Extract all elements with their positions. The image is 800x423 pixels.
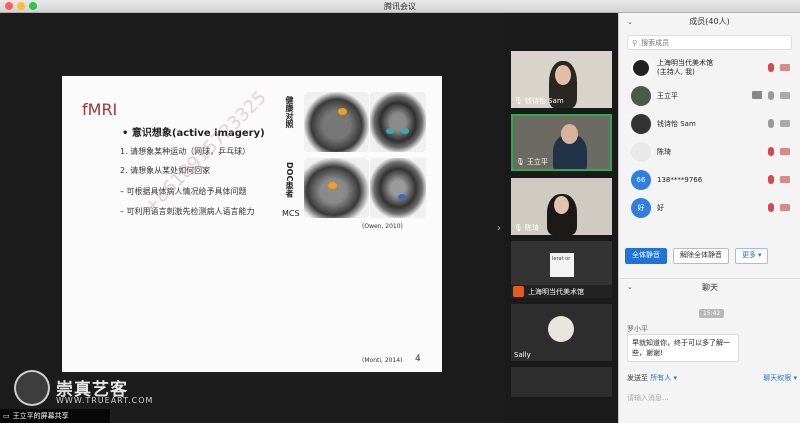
- mic-muted-icon[interactable]: [768, 147, 774, 156]
- members-title: 成员(40人): [689, 17, 730, 26]
- member-name: 138****9766: [657, 175, 703, 184]
- chat-input[interactable]: 请输入消息...: [627, 393, 669, 403]
- member-role: (主持人, 我): [657, 68, 695, 76]
- video-tile[interactable]: lerat or 上海明当代美术馆: [511, 241, 612, 298]
- video-tile-name: 王立平: [526, 158, 548, 166]
- avatar: [631, 58, 651, 78]
- brand-url: WWW.TRUEART.COM: [56, 396, 154, 405]
- mic-icon: 🎙: [516, 158, 525, 166]
- more-button[interactable]: 更多 ▾: [735, 248, 769, 264]
- screen-share-area: fMRI • 意识想象(active imagery) 1. 请想象某种运动（网…: [0, 13, 505, 423]
- org-avatar: lerat or: [550, 253, 574, 277]
- brain-label-patient: DOC患者: [285, 162, 294, 198]
- camera-off-icon[interactable]: [780, 204, 790, 211]
- avatar: [548, 316, 574, 342]
- member-row[interactable]: 钱诗怡 Sam: [619, 110, 800, 138]
- brain-scan-image: [370, 92, 426, 152]
- chevron-right-icon[interactable]: ›: [497, 223, 501, 234]
- slide-title: fMRI: [82, 100, 118, 119]
- video-tile[interactable]: [511, 367, 612, 397]
- member-row[interactable]: 上海明当代美术馆 (主持人, 我): [619, 54, 800, 82]
- camera-icon[interactable]: [780, 120, 790, 127]
- chat-timestamp: 15:42: [699, 309, 725, 318]
- mic-muted-icon[interactable]: [768, 203, 774, 212]
- citation: (Monti, 2014): [362, 357, 403, 364]
- member-name: 王立平: [657, 91, 678, 100]
- chat-header: ⌄ 聊天: [619, 278, 800, 295]
- video-tile[interactable]: 🎙 王立平: [511, 114, 612, 171]
- chat-title: 聊天: [702, 283, 718, 292]
- avatar: 66: [631, 170, 651, 190]
- video-tile-name: 陈琦: [524, 224, 539, 232]
- brain-scan-image: [304, 92, 369, 152]
- avatar: [631, 142, 651, 162]
- member-name: 上海明当代美术馆: [657, 59, 713, 67]
- avatar: [631, 114, 651, 134]
- mic-icon[interactable]: [768, 91, 774, 100]
- camera-off-icon[interactable]: [780, 148, 790, 155]
- chat-permission-button[interactable]: 聊天权限 ▾: [763, 373, 797, 383]
- member-chat-panel: ⌄ 成员(40人) ⚲ 上海明当代美术馆(主持人, 我) 王立平 钱诗怡 Sam…: [618, 13, 800, 423]
- mic-icon[interactable]: [768, 119, 774, 128]
- avatar: 好: [631, 198, 651, 218]
- page-number: 4: [415, 354, 421, 364]
- video-strip: 🎙 钱诗怡 Sam 🎙 王立平 🎙 陈琦 lerat or 上海明当代美术馆 Sall…: [505, 13, 618, 423]
- brain-scan-image: [370, 158, 426, 218]
- member-row[interactable]: 陈琦: [619, 138, 800, 166]
- camera-icon[interactable]: [780, 92, 790, 99]
- citation: (Owen, 2010): [362, 223, 403, 230]
- screen-share-icon: ▭: [3, 412, 10, 420]
- camera-off-icon[interactable]: [780, 176, 790, 183]
- mute-all-button[interactable]: 全体静音: [625, 248, 667, 264]
- screen-share-icon: [752, 91, 762, 99]
- slide-line: – 可利用语言刺激先检测病人语言能力: [120, 207, 255, 216]
- chevron-down-icon: ▾: [757, 252, 762, 259]
- screen-share-label: 王立平的屏幕共享: [12, 412, 69, 420]
- send-to-label: 发送至: [627, 374, 648, 382]
- slide-line: 1. 请想象某种运动（网球，乒乓球）: [120, 147, 251, 156]
- chat-sender: 罗小平: [627, 325, 648, 333]
- camera-off-icon[interactable]: [780, 64, 790, 71]
- brain-scan-image: [304, 158, 369, 218]
- member-search[interactable]: ⚲: [627, 35, 792, 50]
- mic-icon: 🎙: [514, 224, 523, 232]
- chevron-down-icon[interactable]: ⌄: [627, 279, 633, 296]
- mic-muted-icon[interactable]: [768, 175, 774, 184]
- mcs-label: MCS: [282, 209, 300, 218]
- video-tile[interactable]: 🎙 钱诗怡 Sam: [511, 51, 612, 108]
- send-to-row: 发送至 所有人 ▾ 聊天权限 ▾: [627, 373, 797, 383]
- host-badge-icon: [513, 286, 524, 297]
- search-icon: ⚲: [632, 38, 638, 47]
- member-search-input[interactable]: [641, 38, 772, 47]
- chat-message: 早就知道你，终于可以多了解一些，谢谢!: [627, 334, 739, 362]
- video-tile[interactable]: Sally: [511, 304, 612, 361]
- member-row[interactable]: 好 好: [619, 194, 800, 222]
- chevron-down-icon[interactable]: ⌄: [627, 13, 633, 31]
- video-tile[interactable]: 🎙 陈琦: [511, 178, 612, 235]
- brain-label-control: 健康对照: [285, 96, 294, 128]
- video-tile-name: 上海明当代美术馆: [528, 287, 584, 296]
- member-row[interactable]: 王立平: [619, 82, 800, 110]
- members-header: ⌄ 成员(40人): [619, 13, 800, 31]
- member-name: 钱诗怡 Sam: [657, 119, 696, 128]
- member-row[interactable]: 66 138****9766: [619, 166, 800, 194]
- send-to-select[interactable]: 所有人 ▾: [650, 374, 677, 382]
- send-to-value: 所有人: [650, 374, 672, 382]
- member-name: 好: [657, 203, 664, 212]
- window-title: 腾讯会议: [384, 2, 416, 11]
- title-bar: 腾讯会议: [0, 0, 800, 13]
- avatar: [631, 86, 651, 106]
- unmute-all-button[interactable]: 解除全体静音: [673, 248, 729, 264]
- more-label: 更多: [742, 252, 756, 259]
- chat-permission-label: 聊天权限: [763, 374, 792, 382]
- screen-share-indicator[interactable]: ▭ 王立平的屏幕共享: [0, 409, 110, 423]
- video-tile-name: Sally: [514, 351, 531, 359]
- video-tile-name: 钱诗怡 Sam: [524, 97, 564, 105]
- mic-icon: 🎙: [514, 97, 523, 105]
- member-name: 陈琦: [657, 147, 671, 156]
- mic-muted-icon[interactable]: [768, 63, 774, 72]
- brand-logo-icon: [14, 370, 50, 406]
